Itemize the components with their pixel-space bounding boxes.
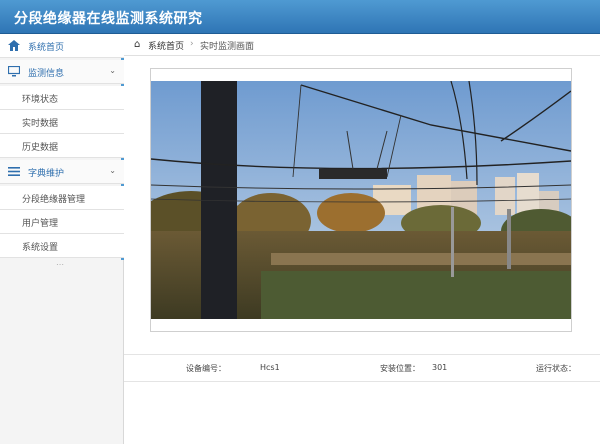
sidebar-item-label: 用户管理 (22, 219, 59, 229)
chevron-down-icon: ⌄ (109, 166, 116, 175)
app-header: 分段绝缘器在线监测系统研究 (0, 0, 600, 34)
device-info-bar: 设备编号： Hcs1 安装位置： 301 运行状态： (124, 354, 600, 382)
sidebar-item-system-settings[interactable]: 系统设置 (0, 234, 124, 258)
sidebar-item-realtime-data[interactable]: 实时数据 (0, 110, 124, 134)
camera-feed-image (151, 81, 571, 319)
status-label: 运行状态： (536, 364, 576, 373)
breadcrumb-current: 实时监测画面 (200, 42, 255, 52)
device-id-label: 设备编号： (186, 364, 226, 373)
sidebar-item-label: 实时数据 (22, 119, 59, 129)
chevron-down-icon: ⌄ (109, 66, 116, 75)
sidebar-group-monitor[interactable]: 监测信息 ⌄ (0, 60, 124, 84)
app-title: 分段绝缘器在线监测系统研究 (14, 11, 203, 27)
sidebar-collapse-handle[interactable]: ⋯ (56, 260, 64, 269)
sidebar-item-label: 字典维护 (28, 169, 65, 179)
sidebar-item-label: 监测信息 (28, 69, 65, 79)
camera-panel (150, 68, 572, 332)
sidebar-item-home[interactable]: 系统首页 (0, 34, 124, 58)
location-value: 301 (432, 363, 448, 372)
sidebar-item-label: 分段绝缘器管理 (22, 195, 86, 205)
sidebar: 系统首页 监测信息 ⌄ 环境状态 实时数据 历史数据 字典维护 ⌄ 分段绝缘器管… (0, 34, 124, 444)
home-icon (8, 40, 20, 51)
main-content: 设备编号： Hcs1 安装位置： 301 运行状态： (124, 56, 600, 444)
home-icon: ⌂ (134, 39, 141, 50)
device-id-value: Hcs1 (260, 363, 280, 372)
sidebar-item-user-mgmt[interactable]: 用户管理 (0, 210, 124, 234)
list-icon (8, 167, 20, 176)
sidebar-item-label: 环境状态 (22, 95, 59, 105)
sidebar-item-history-data[interactable]: 历史数据 (0, 134, 124, 158)
breadcrumb-home[interactable]: 系统首页 (148, 39, 184, 52)
sidebar-item-insulator-mgmt[interactable]: 分段绝缘器管理 (0, 186, 124, 210)
sidebar-group-dictionary[interactable]: 字典维护 ⌄ (0, 160, 124, 184)
sidebar-item-label: 系统设置 (22, 243, 59, 253)
sidebar-item-label: 历史数据 (22, 143, 59, 153)
breadcrumb: ⌂ 系统首页 › 实时监测画面 (124, 34, 600, 56)
location-label: 安装位置： (380, 364, 420, 373)
sidebar-item-label: 系统首页 (28, 43, 65, 53)
breadcrumb-separator: › (190, 39, 194, 49)
sidebar-item-env-status[interactable]: 环境状态 (0, 86, 124, 110)
monitor-icon (8, 66, 20, 77)
